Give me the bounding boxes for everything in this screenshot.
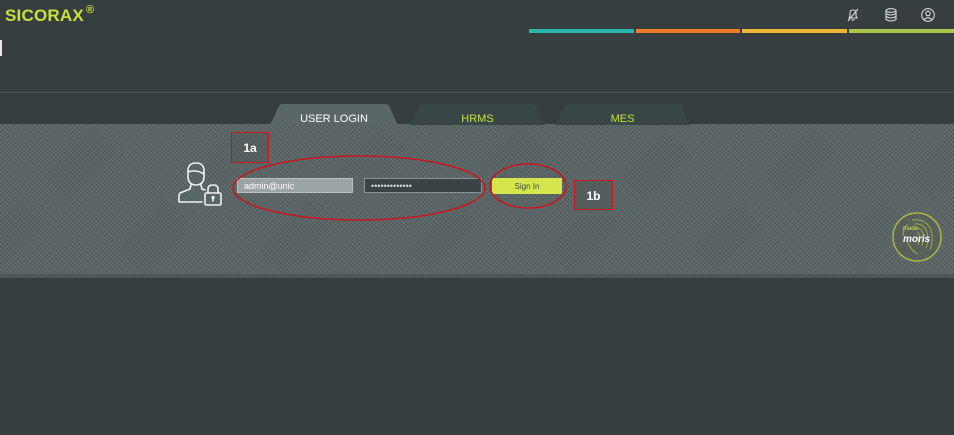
bell-off-icon[interactable] <box>845 7 861 23</box>
made-moris-badge: made moris <box>890 210 944 264</box>
color-strip-teal <box>529 29 634 33</box>
left-edge-marker <box>0 40 2 56</box>
header-divider <box>0 92 954 93</box>
user-circle-icon[interactable] <box>920 7 936 23</box>
color-strip-green <box>849 29 954 33</box>
tab-hrms-label: HRMS <box>461 113 494 125</box>
annotation-ellipse-signin <box>489 163 567 209</box>
brand-registered-mark: ® <box>86 4 95 16</box>
badge-made-text: made <box>903 226 919 232</box>
brand-logo[interactable]: SICORAX <box>5 6 84 26</box>
tab-user-login[interactable]: USER LOGIN <box>270 104 398 125</box>
tab-mes[interactable]: MES <box>555 104 690 125</box>
tab-mes-label: MES <box>610 113 635 125</box>
color-strip-yellow <box>742 29 847 33</box>
annotation-callout-1a: 1a <box>231 132 269 163</box>
color-strip-orange <box>636 29 740 33</box>
tab-user-login-label: USER LOGIN <box>300 113 368 125</box>
badge-moris-text: moris <box>903 234 931 245</box>
annotation-callout-1b: 1b <box>574 180 613 210</box>
top-header <box>0 0 954 30</box>
user-lock-icon <box>178 162 222 206</box>
login-panel-bottom-edge <box>0 274 954 278</box>
database-icon[interactable] <box>883 7 899 23</box>
tab-hrms[interactable]: HRMS <box>410 104 545 125</box>
